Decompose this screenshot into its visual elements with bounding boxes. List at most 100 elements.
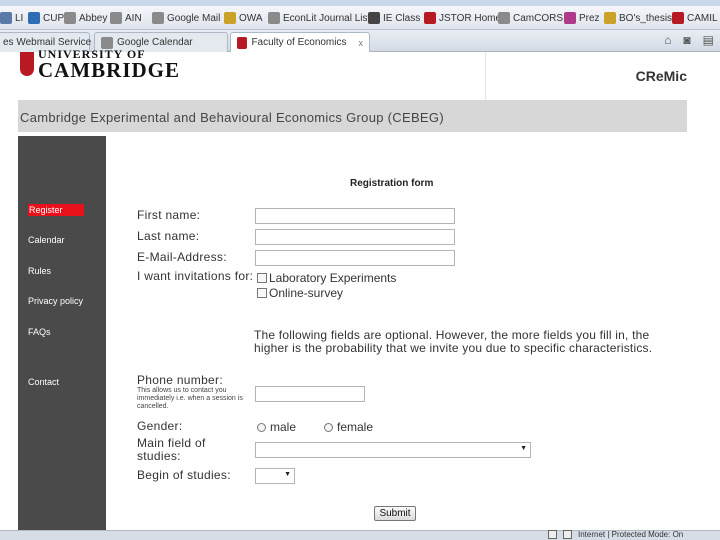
radio-label: female bbox=[337, 420, 374, 434]
link-label: IE Class bbox=[383, 12, 421, 24]
link-google-mail[interactable]: Google Mail bbox=[152, 10, 220, 26]
site-header: UNIVERSITY OF CAMBRIDGE CReMic bbox=[18, 48, 687, 100]
link-camil[interactable]: CAMIL bbox=[672, 10, 718, 26]
group-title-bar: Cambridge Experimental and Behavioural E… bbox=[18, 100, 687, 132]
phone-hint: This allows us to contact you immediatel… bbox=[137, 387, 243, 410]
links-bar: LI CUP Abbey AIN Google Mail OWA EconLit… bbox=[0, 6, 720, 30]
checkbox-label: Laboratory Experiments bbox=[269, 271, 397, 285]
submit-button[interactable]: Submit bbox=[374, 506, 416, 521]
phone-input[interactable] bbox=[255, 386, 365, 402]
gender-male-radio[interactable]: male bbox=[257, 420, 296, 434]
begin-studies-label: Begin of studies: bbox=[137, 468, 231, 482]
dropdown-arrow-icon: ▼ bbox=[284, 471, 291, 478]
nav-faqs[interactable]: FAQs bbox=[28, 327, 51, 337]
link-abbey[interactable]: Abbey bbox=[64, 10, 107, 26]
first-name-label: First name: bbox=[137, 208, 201, 222]
page-icon bbox=[564, 12, 576, 24]
email-input[interactable] bbox=[255, 250, 455, 266]
radio-dot[interactable] bbox=[257, 422, 266, 432]
gender-female-radio[interactable]: female bbox=[324, 420, 373, 434]
home-icon[interactable]: ⌂ bbox=[664, 33, 671, 47]
nav-rules[interactable]: Rules bbox=[28, 266, 51, 276]
email-label: E-Mail-Address: bbox=[137, 250, 227, 264]
page-icon bbox=[498, 12, 510, 24]
first-name-input[interactable] bbox=[255, 208, 455, 224]
feeds-icon[interactable]: ◙ bbox=[683, 33, 690, 47]
globe-icon bbox=[563, 530, 572, 539]
link-prez[interactable]: Prez bbox=[564, 10, 600, 26]
globe-icon bbox=[28, 12, 40, 24]
link-label: Prez bbox=[579, 12, 600, 24]
link-label: CamCORS bbox=[513, 12, 564, 24]
page-icon bbox=[237, 36, 248, 49]
link-label: CAMIL bbox=[687, 12, 718, 24]
link-label: BO's_thesis bbox=[619, 12, 673, 24]
page-icon bbox=[604, 12, 616, 24]
nav-contact[interactable]: Contact bbox=[28, 377, 59, 387]
site-tag: CReMic bbox=[635, 68, 687, 84]
last-name-input[interactable] bbox=[255, 229, 455, 245]
link-camcors[interactable]: CamCORS bbox=[498, 10, 563, 26]
link-cup[interactable]: CUP bbox=[28, 10, 64, 26]
status-bar: Internet | Protected Mode: On bbox=[0, 530, 720, 540]
link-label: LI bbox=[15, 12, 24, 24]
checkbox-box[interactable] bbox=[257, 273, 267, 283]
close-icon[interactable]: x bbox=[359, 38, 364, 48]
status-text: Internet | Protected Mode: On bbox=[578, 530, 684, 539]
link-jstor[interactable]: JSTOR Home bbox=[424, 10, 501, 26]
link-ain[interactable]: AIN bbox=[110, 10, 142, 26]
page-icon bbox=[224, 12, 236, 24]
security-zone: Internet | Protected Mode: On bbox=[548, 530, 683, 539]
page-icon bbox=[368, 12, 380, 24]
logo-text: UNIVERSITY OF CAMBRIDGE bbox=[38, 48, 181, 82]
link-econlit[interactable]: EconLit Journal List bbox=[268, 10, 370, 26]
checkbox-label: Online-survey bbox=[269, 286, 344, 300]
link-label: OWA bbox=[239, 12, 263, 24]
laboratory-experiments-checkbox[interactable]: Laboratory Experiments bbox=[257, 271, 396, 285]
page-icon bbox=[268, 12, 280, 24]
page-icon bbox=[672, 12, 684, 24]
dropdown-arrow-icon: ▼ bbox=[520, 445, 527, 452]
checkbox-box[interactable] bbox=[257, 288, 267, 298]
zone-icon bbox=[548, 530, 557, 539]
main-field-select[interactable]: ▼ bbox=[255, 442, 531, 458]
page-icon bbox=[152, 12, 164, 24]
link-label: Google Mail bbox=[167, 12, 221, 24]
page-icon bbox=[64, 12, 76, 24]
print-icon[interactable]: ▤ bbox=[703, 33, 714, 47]
page-icon bbox=[0, 12, 12, 24]
online-survey-checkbox[interactable]: Online-survey bbox=[257, 286, 343, 300]
jstor-icon bbox=[424, 12, 436, 24]
optional-fields-note: The following fields are optional. Howev… bbox=[254, 328, 653, 355]
radio-label: male bbox=[270, 420, 297, 434]
link-bo-thesis[interactable]: BO's_thesis bbox=[604, 10, 672, 26]
main-field-label: Main field of studies: bbox=[137, 436, 206, 463]
link-label: EconLit Journal List bbox=[283, 12, 371, 24]
registration-form: Registration form First name: Last name:… bbox=[106, 136, 687, 536]
link-li[interactable]: LI bbox=[0, 10, 23, 26]
crest-icon bbox=[20, 52, 34, 76]
logo-bottom-text: CAMBRIDGE bbox=[38, 58, 181, 82]
link-ie-class[interactable]: IE Class bbox=[368, 10, 420, 26]
link-owa[interactable]: OWA bbox=[224, 10, 263, 26]
command-bar: ⌂ ◙ ▤ bbox=[664, 33, 714, 47]
cambridge-logo[interactable]: UNIVERSITY OF CAMBRIDGE bbox=[20, 48, 181, 82]
invitations-label: I want invitations for: bbox=[137, 269, 254, 283]
link-label: JSTOR Home bbox=[439, 12, 502, 24]
header-divider bbox=[485, 52, 486, 100]
last-name-label: Last name: bbox=[137, 229, 200, 243]
begin-studies-select[interactable]: ▼ bbox=[255, 468, 295, 484]
link-label: Abbey bbox=[79, 12, 108, 24]
link-label: CUP bbox=[43, 12, 65, 24]
tab-faculty-of-economics[interactable]: Faculty of Economics x bbox=[230, 32, 370, 52]
gender-label: Gender: bbox=[137, 419, 183, 433]
form-title: Registration form bbox=[350, 178, 434, 189]
nav-privacy-policy[interactable]: Privacy policy bbox=[28, 296, 83, 306]
sidebar: Register Calendar Rules Privacy policy F… bbox=[18, 136, 106, 530]
nav-calendar[interactable]: Calendar bbox=[28, 235, 65, 245]
nav-register[interactable]: Register bbox=[28, 204, 84, 216]
page-icon bbox=[110, 12, 122, 24]
link-label: AIN bbox=[125, 12, 142, 24]
phone-label: Phone number: bbox=[137, 373, 223, 387]
radio-dot[interactable] bbox=[324, 422, 333, 432]
